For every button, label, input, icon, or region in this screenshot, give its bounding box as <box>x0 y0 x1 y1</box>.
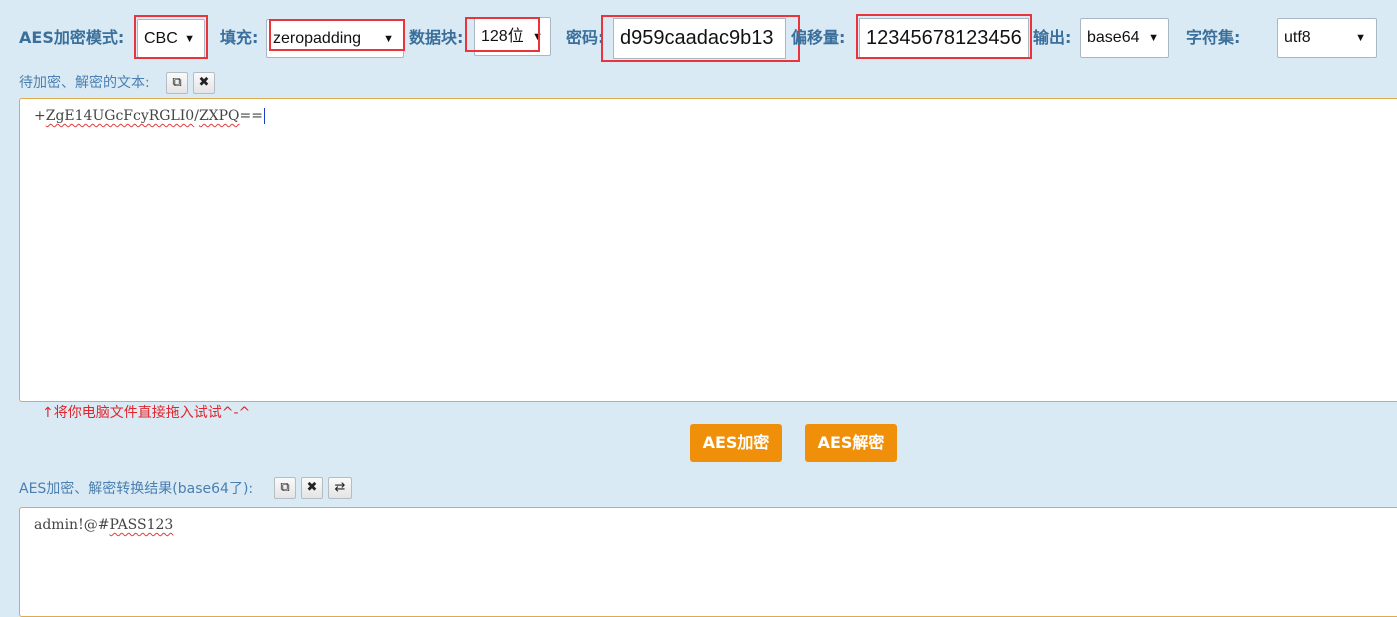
output-textarea[interactable]: admin!@#PASS123 <box>19 507 1397 617</box>
clear-input-button[interactable]: ✖ <box>193 72 215 94</box>
iv-input[interactable]: 12345678123456 <box>859 18 1029 59</box>
drag-hint: ↑将你电脑文件直接拖入试试^-^ <box>42 405 251 421</box>
output-select[interactable]: base64 ▼ <box>1080 18 1169 58</box>
output-result-label: AES加密、解密转换结果(base64了): <box>19 481 254 497</box>
output-select-value: base64 <box>1087 29 1140 46</box>
copy-input-button[interactable]: ⧉ <box>166 72 188 94</box>
copy-icon: ⧉ <box>172 75 182 90</box>
input-label: 待加密、解密的文本: <box>19 75 150 91</box>
copy-output-button[interactable]: ⧉ <box>274 477 296 499</box>
mode-select-value: CBC <box>144 30 178 47</box>
block-select[interactable]: 128位 ▼ <box>474 17 551 56</box>
chevron-down-icon: ▼ <box>1148 32 1159 44</box>
close-icon: ✖ <box>198 75 210 90</box>
mode-select[interactable]: CBC ▼ <box>137 19 205 58</box>
output-label: 输出: <box>1033 28 1072 47</box>
key-input[interactable]: d959caadac9b13 <box>613 18 786 59</box>
charset-select[interactable]: utf8 ▼ <box>1277 18 1377 58</box>
chevron-down-icon: ▼ <box>532 31 543 43</box>
padding-label: 填充: <box>220 28 259 47</box>
input-text-part-a: ZgE14UGcFcyRGLI0 <box>45 108 195 124</box>
key-label: 密码: <box>566 28 605 47</box>
chevron-down-icon: ▼ <box>383 33 394 45</box>
clear-output-button[interactable]: ✖ <box>301 477 323 499</box>
chevron-down-icon: ▼ <box>184 33 195 45</box>
swap-button[interactable]: ⇄ <box>328 477 352 499</box>
chevron-down-icon: ▼ <box>1355 32 1366 44</box>
charset-label: 字符集: <box>1186 28 1241 47</box>
iv-label: 偏移量: <box>791 28 846 47</box>
padding-select-value: zeropadding <box>273 30 362 47</box>
padding-select[interactable]: zeropadding ▼ <box>266 19 404 58</box>
swap-icon: ⇄ <box>334 480 346 495</box>
decrypt-button[interactable]: AES解密 <box>805 424 897 462</box>
copy-icon: ⧉ <box>280 480 290 495</box>
output-text-part-b: PASS123 <box>109 517 174 533</box>
charset-select-value: utf8 <box>1284 29 1311 46</box>
text-caret: ​ <box>264 108 265 124</box>
close-icon: ✖ <box>306 480 318 495</box>
mode-label: AES加密模式: <box>19 28 125 47</box>
input-text-prefix: + <box>34 108 46 124</box>
output-text-part-a: admin!@# <box>34 517 110 533</box>
input-text-suffix: == <box>239 108 263 124</box>
block-label: 数据块: <box>409 28 464 47</box>
block-select-value: 128位 <box>481 28 524 45</box>
encrypt-button[interactable]: AES加密 <box>690 424 782 462</box>
input-text-part-b: ZXPQ <box>198 108 240 124</box>
input-textarea[interactable]: +ZgE14UGcFcyRGLI0/ZXPQ==​ <box>19 98 1397 402</box>
